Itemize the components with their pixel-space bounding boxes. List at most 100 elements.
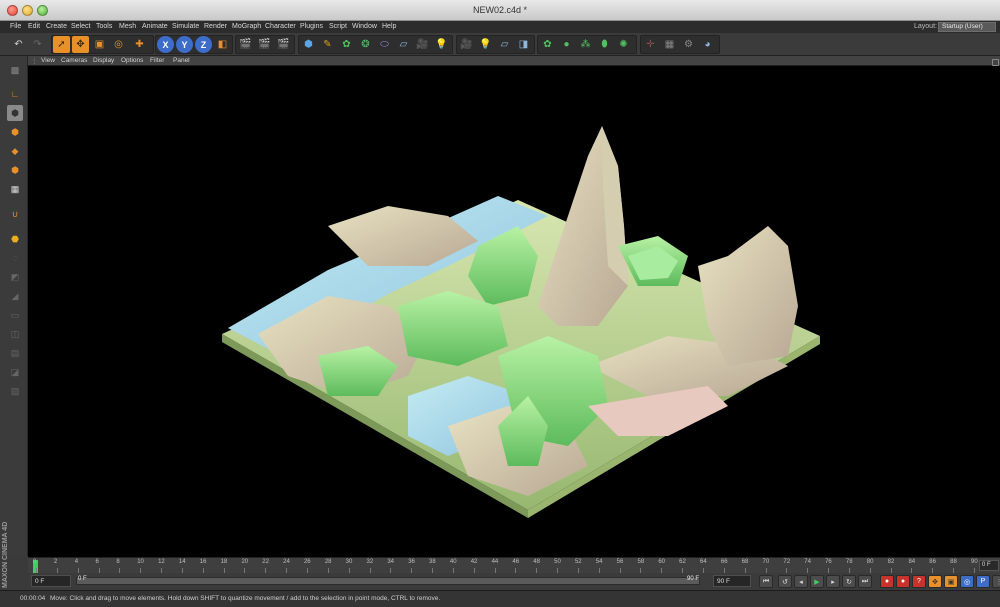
viewport-menu-display[interactable]: Display bbox=[93, 57, 114, 64]
scene-camera-icon[interactable]: 🎥 bbox=[458, 36, 475, 53]
y-axis-icon[interactable]: Y bbox=[176, 36, 193, 53]
cube-icon[interactable]: ⬢ bbox=[300, 36, 317, 53]
coordinate-system-icon[interactable]: ◧ bbox=[214, 36, 231, 53]
mograph-matrix-icon[interactable]: ⬮ bbox=[596, 36, 613, 53]
make-editable-icon[interactable]: ▩ bbox=[7, 62, 23, 78]
mograph-cloner-icon[interactable]: ✿ bbox=[539, 36, 556, 53]
scale-icon[interactable]: ▣ bbox=[91, 36, 108, 53]
maxon-logo-text: MAXON CINEMA 4D bbox=[2, 521, 9, 588]
menu-simulate[interactable]: Simulate bbox=[172, 23, 199, 30]
viewport-menu-filter[interactable]: Filter bbox=[150, 57, 164, 64]
next-key-icon[interactable]: ↻ bbox=[842, 575, 856, 588]
texture-mode-icon[interactable]: ◆ bbox=[7, 143, 23, 159]
lock-icon[interactable]: ◢ bbox=[7, 288, 23, 304]
layer-icon[interactable]: ◫ bbox=[7, 326, 23, 342]
mograph-text-icon[interactable]: ✺ bbox=[615, 36, 632, 53]
subdivision-surface-icon[interactable]: ✿ bbox=[338, 36, 355, 53]
live-selection-icon[interactable]: ➚ bbox=[53, 36, 70, 53]
layout-select[interactable]: Startup (User) bbox=[938, 22, 996, 32]
solo-icon[interactable]: ▭ bbox=[7, 307, 23, 323]
z-axis-icon[interactable]: Z bbox=[195, 36, 212, 53]
polygon-mode-icon[interactable]: ◩ bbox=[7, 269, 23, 285]
timeline-ruler[interactable]: 0 2 4 6 8 10 12 14 16 18 20 22 24 26 28 30 32 34 36 38 40 42 4… bbox=[28, 557, 1000, 573]
previous-key-icon[interactable]: ↺ bbox=[778, 575, 792, 588]
menu-mesh[interactable]: Mesh bbox=[119, 23, 136, 30]
menu-mograph[interactable]: MoGraph bbox=[232, 23, 261, 30]
rotation-key-icon[interactable]: ◎ bbox=[960, 575, 974, 588]
undo-icon[interactable]: ↶ bbox=[10, 36, 27, 53]
globe-icon[interactable]: ◕ bbox=[699, 36, 716, 53]
end-frame-field[interactable]: 90 F bbox=[713, 575, 751, 587]
3d-viewport[interactable] bbox=[28, 66, 1000, 557]
parameter-key-icon[interactable]: P bbox=[976, 575, 990, 588]
point-level-animation-icon[interactable]: ⋮ bbox=[992, 575, 1000, 588]
keyframe-selection-icon[interactable]: ? bbox=[912, 575, 926, 588]
previous-frame-icon[interactable]: ◂ bbox=[794, 575, 808, 588]
menu-window[interactable]: Window bbox=[352, 23, 377, 30]
sketch-icon[interactable]: ▦ bbox=[661, 36, 678, 53]
axis-mode-icon[interactable]: ∟ bbox=[7, 86, 23, 102]
move-icon[interactable]: ✥ bbox=[72, 36, 89, 53]
menu-select[interactable]: Select bbox=[71, 23, 90, 30]
pan-icon[interactable] bbox=[992, 59, 999, 66]
render-picture-viewer-icon[interactable]: 🎬 bbox=[256, 36, 273, 53]
object-mode-icon[interactable]: ⬢ bbox=[7, 124, 23, 140]
go-to-end-icon[interactable]: ⏭ bbox=[858, 575, 872, 588]
preview-range-slider[interactable] bbox=[76, 577, 700, 585]
add-icon[interactable]: ✚ bbox=[131, 36, 148, 53]
python-icon[interactable]: ⚙ bbox=[680, 36, 697, 53]
rotate-icon[interactable]: ◎ bbox=[110, 36, 127, 53]
menu-tools[interactable]: Tools bbox=[96, 23, 112, 30]
render-view-icon[interactable]: 🎬 bbox=[237, 36, 254, 53]
menu-render[interactable]: Render bbox=[204, 23, 227, 30]
timeline-tick-label: 12 bbox=[158, 559, 165, 565]
menu-edit[interactable]: Edit bbox=[28, 23, 40, 30]
menu-character[interactable]: Character bbox=[265, 23, 296, 30]
scale-key-icon[interactable]: ▣ bbox=[944, 575, 958, 588]
workplane-icon[interactable]: ⬣ bbox=[7, 231, 23, 247]
mograph-fracture-icon[interactable]: ⁂ bbox=[577, 36, 594, 53]
autokeying-icon[interactable]: ● bbox=[896, 575, 910, 588]
menu-help[interactable]: Help bbox=[382, 23, 396, 30]
spline-pen-icon[interactable]: ✎ bbox=[319, 36, 336, 53]
environment-icon[interactable]: ◨ bbox=[515, 36, 532, 53]
menu-animate[interactable]: Animate bbox=[142, 23, 168, 30]
viewport-panel-icon[interactable]: ⋮ bbox=[31, 57, 38, 65]
array-icon[interactable]: ❂ bbox=[357, 36, 374, 53]
camera-icon[interactable]: 🎥 bbox=[414, 36, 431, 53]
next-frame-icon[interactable]: ▸ bbox=[826, 575, 840, 588]
background-icon[interactable]: ▱ bbox=[496, 36, 513, 53]
menu-script[interactable]: Script bbox=[329, 23, 347, 30]
render-settings-icon[interactable]: 🎬 bbox=[275, 36, 292, 53]
floor-icon[interactable]: ▱ bbox=[395, 36, 412, 53]
light-icon[interactable]: 💡 bbox=[433, 36, 450, 53]
viewport-menu-cameras[interactable]: Cameras bbox=[61, 57, 87, 64]
start-frame-field[interactable]: 0 F bbox=[31, 575, 71, 587]
sky-icon[interactable]: 💡 bbox=[477, 36, 494, 53]
hair-icon[interactable]: ✛ bbox=[642, 36, 659, 53]
snap-icon[interactable]: ∪ bbox=[7, 206, 23, 222]
menu-create[interactable]: Create bbox=[46, 23, 67, 30]
menu-plugins[interactable]: Plugins bbox=[300, 23, 323, 30]
model-mode-icon[interactable]: ⬢ bbox=[7, 105, 23, 121]
viewport-menu-panel[interactable]: Panel bbox=[173, 57, 190, 64]
go-to-start-icon[interactable]: ⏮ bbox=[759, 575, 773, 588]
view-icon[interactable]: ▨ bbox=[7, 383, 23, 399]
x-axis-icon[interactable]: X bbox=[157, 36, 174, 53]
viewport-menu-options[interactable]: Options bbox=[121, 57, 143, 64]
menu-file[interactable]: File bbox=[10, 23, 21, 30]
lattice-icon[interactable]: ◪ bbox=[7, 364, 23, 380]
position-key-icon[interactable]: ✥ bbox=[928, 575, 942, 588]
grid-icon[interactable]: ▤ bbox=[7, 345, 23, 361]
edge-mode-icon[interactable]: ◌ bbox=[7, 250, 23, 266]
uv-mode-icon[interactable]: ▦ bbox=[7, 181, 23, 197]
mograph-effector-icon[interactable]: ● bbox=[558, 36, 575, 53]
play-icon[interactable]: ▶ bbox=[810, 575, 824, 588]
timeline-tick-label: 22 bbox=[262, 559, 269, 565]
deformer-icon[interactable]: ⬭ bbox=[376, 36, 393, 53]
viewport-menu-view[interactable]: View bbox=[41, 57, 55, 64]
point-mode-icon[interactable]: ⬢ bbox=[7, 162, 23, 178]
record-active-objects-icon[interactable]: ● bbox=[880, 575, 894, 588]
maxon-logo: MAXON CINEMA 4D bbox=[2, 522, 24, 588]
redo-icon[interactable]: ↷ bbox=[29, 36, 46, 53]
